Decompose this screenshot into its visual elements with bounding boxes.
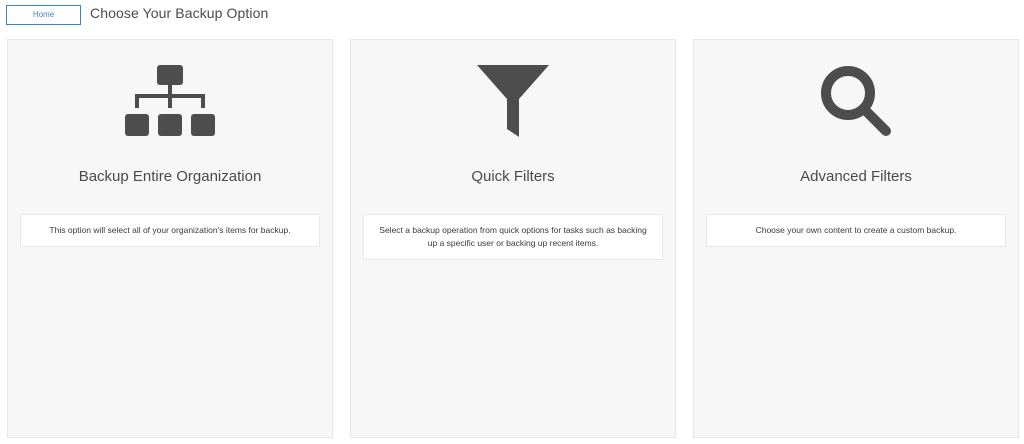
org-chart-icon [8, 63, 332, 141]
page-header: Home Choose Your Backup Option [0, 0, 1024, 30]
card-title: Backup Entire Organization [78, 168, 262, 185]
page-title: Choose Your Backup Option [90, 5, 269, 21]
card-description: This option will select all of your orga… [20, 214, 320, 247]
filter-funnel-icon [351, 63, 675, 141]
card-title: Advanced Filters [800, 168, 912, 185]
backup-entire-organization-card[interactable]: Backup Entire Organization This option w… [7, 39, 333, 438]
card-title: Quick Filters [471, 168, 555, 185]
home-button[interactable]: Home [6, 5, 81, 25]
card-description: Choose your own content to create a cust… [706, 214, 1006, 247]
advanced-filters-card[interactable]: Advanced Filters Choose your own content… [693, 39, 1019, 438]
quick-filters-card[interactable]: Quick Filters Select a backup operation … [350, 39, 676, 438]
card-description: Select a backup operation from quick opt… [363, 214, 663, 260]
search-magnifier-icon [694, 63, 1018, 141]
